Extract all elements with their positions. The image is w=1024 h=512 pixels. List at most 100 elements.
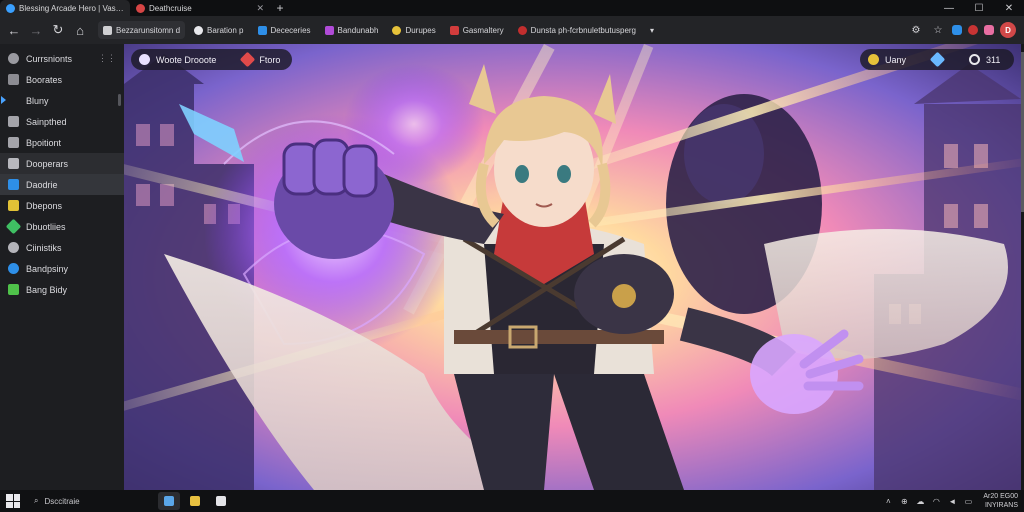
cloud-icon[interactable]: ☁: [915, 496, 925, 506]
new-tab-button[interactable]: +: [270, 0, 290, 16]
app-yellow-icon[interactable]: [184, 492, 206, 510]
overlay-left-label2: Ftoro: [259, 54, 281, 65]
system-tray: ˄ ⊕ ☁ ◠ ◄ ▭ Ar20 EG00 INYIRANS: [883, 492, 1018, 510]
bookmark-label: Dunsta ph-fcrbnuletbutusperg: [530, 25, 637, 35]
reload-button[interactable]: ↻: [48, 19, 68, 41]
red-ext-icon[interactable]: [968, 25, 978, 35]
bookmarks-bar: Bezzarunsitomn d Baration p Dececeries B…: [98, 21, 659, 39]
red-shield-icon: [449, 25, 459, 35]
sidebar-item-label: Dooperars: [26, 158, 69, 169]
sidebar-item[interactable]: Bang Bidy: [0, 279, 124, 300]
sidebar-item-label: Dbepons: [26, 200, 63, 211]
tab-second[interactable]: Deathcruise ✕: [130, 0, 270, 16]
overlay-pill-right[interactable]: Uany 311: [860, 49, 1014, 70]
clock-time: Ar20 EG00: [983, 493, 1018, 500]
artwork-svg: [124, 44, 1021, 490]
sidebar-item[interactable]: Dooperars: [0, 153, 124, 174]
os-taskbar: ⌕ Dsccitraie ˄ ⊕ ☁ ◠ ◄ ▭ Ar20 EG00 INYIR…: [0, 490, 1024, 512]
bookmark-label: Bandunabh: [337, 25, 379, 35]
people-icon: [8, 242, 19, 253]
sidebar-item-label: Sainpthed: [26, 116, 67, 127]
tab-active[interactable]: Blessing Arcade Hero | Vast Ql · Gt: [0, 0, 130, 16]
red-drop-icon: [517, 25, 527, 35]
overlay-pill-left[interactable]: Woote Drooote Ftoro: [131, 49, 292, 70]
sidebar-item-label: Bang Bidy: [26, 284, 68, 295]
tab-favicon-icon: [136, 3, 145, 13]
settings-icon: [969, 54, 981, 65]
sidebar-scrollbar[interactable]: [118, 94, 121, 106]
wifi-icon[interactable]: ◠: [931, 496, 941, 506]
network-icon[interactable]: ⊕: [899, 496, 909, 506]
minimize-button[interactable]: —: [934, 0, 964, 16]
sidebar-item[interactable]: Bluny: [0, 90, 124, 111]
app-white-icon[interactable]: [210, 492, 232, 510]
forward-button[interactable]: →: [26, 19, 46, 41]
blue-square-icon: [257, 25, 267, 35]
drag-handle-icon[interactable]: ⋮⋮: [98, 53, 116, 64]
bookmark-label: Dececeries: [270, 25, 311, 35]
start-menu-icon[interactable]: [6, 494, 20, 508]
bookmark-item[interactable]: Dececeries: [253, 21, 316, 39]
home-button[interactable]: ⌂: [70, 19, 90, 41]
volume-icon[interactable]: ◄: [947, 496, 957, 506]
sidebar-item-label: Bluny: [26, 95, 49, 106]
bookmark-label: Durupes: [405, 25, 436, 35]
sidebar-item-label: Daodrie: [26, 179, 58, 190]
bookmark-item[interactable]: Gasmaltery: [445, 21, 509, 39]
back-button[interactable]: ←: [4, 19, 24, 41]
app-blue-icon[interactable]: [158, 492, 180, 510]
grid-icon: [8, 74, 19, 85]
home-icon: [8, 53, 19, 64]
yellow-coin-icon: [392, 25, 402, 35]
puzzle-icon[interactable]: ⚙: [908, 22, 924, 38]
gem-icon: [929, 51, 946, 68]
bookmark-item[interactable]: Baration p: [189, 21, 248, 39]
sidebar-item[interactable]: Ciinistiks: [0, 237, 124, 258]
file-icon: [8, 158, 19, 169]
folder-blue-icon: [8, 179, 19, 190]
spark-icon: [139, 54, 150, 65]
search-icon: ⌕: [34, 496, 39, 505]
chevron-up-icon[interactable]: ˄: [883, 496, 893, 506]
window-controls: — ☐ ✕: [934, 0, 1024, 16]
clock[interactable]: Ar20 EG00 INYIRANS: [983, 492, 1018, 510]
sidebar-item[interactable]: Dbepons: [0, 195, 124, 216]
d-badge-icon: [194, 25, 204, 35]
sidebar-item[interactable]: Bpoitiont: [0, 132, 124, 153]
shield-yellow-icon: [8, 200, 19, 211]
taskbar-search[interactable]: ⌕ Dsccitraie: [34, 496, 154, 506]
folder-icon: [103, 25, 112, 35]
bookmark-item[interactable]: Durupes: [387, 21, 440, 39]
overlay-right-value: 311: [986, 54, 1001, 65]
maximize-button[interactable]: ☐: [964, 0, 994, 16]
sidebar-item[interactable]: Sainpthed: [0, 111, 124, 132]
ruby-icon: [240, 51, 256, 68]
clock-date: INYIRANS: [984, 502, 1018, 509]
bookmark-label: Gasmaltery: [462, 25, 504, 35]
doc-icon: [8, 116, 19, 127]
toolbar-extensions: ⚙ ☆ D: [908, 22, 1020, 38]
bookmark-item[interactable]: Dunsta ph-fcrbnuletbutusperg: [513, 21, 641, 39]
bookmark-label: Baration p: [207, 25, 244, 35]
star-icon[interactable]: ☆: [930, 22, 946, 38]
blue-ext-icon[interactable]: [952, 25, 962, 35]
bookmark-item[interactable]: Bezzarunsitomn d: [98, 21, 186, 39]
taskbar-search-text: Dsccitraie: [44, 496, 80, 506]
coin-icon: [868, 54, 879, 65]
sidebar-item-label: Ciinistiks: [26, 242, 62, 253]
close-window-button[interactable]: ✕: [994, 0, 1024, 16]
sidebar-item[interactable]: Boorates: [0, 69, 124, 90]
sidebar-item-selected[interactable]: Daodrie: [0, 174, 124, 195]
sidebar-item-label: Bpoitiont: [26, 137, 62, 148]
pink-ext-icon[interactable]: [984, 25, 994, 35]
bookmarks-overflow-button[interactable]: ▾: [645, 21, 659, 39]
refresh-blue-icon: [8, 263, 19, 274]
sidebar-item[interactable]: Currsnionts ⋮⋮: [0, 48, 124, 69]
sidebar-item[interactable]: Dbuotliies: [0, 216, 124, 237]
tab-close-icon[interactable]: ✕: [256, 3, 264, 14]
battery-icon[interactable]: ▭: [963, 496, 973, 506]
bookmark-item[interactable]: Bandunabh: [320, 21, 384, 39]
sidebar-item[interactable]: Bandpsiny: [0, 258, 124, 279]
profile-avatar[interactable]: D: [1000, 22, 1016, 38]
bookmark-label: Bezzarunsitomn d: [116, 25, 181, 35]
